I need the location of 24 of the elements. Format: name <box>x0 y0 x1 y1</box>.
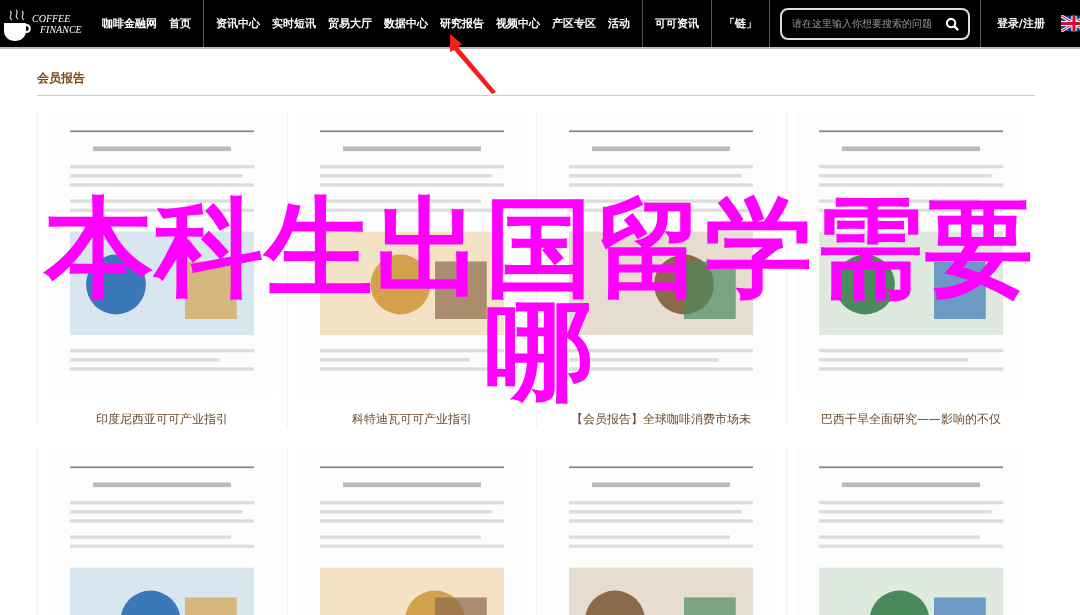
cup-icon <box>2 8 32 43</box>
nav-link[interactable]: 视频中心 <box>489 16 546 31</box>
search-field[interactable]: 请在这里输入你想要搜索的问题 <box>779 7 970 40</box>
flag-icon[interactable] <box>1060 15 1080 32</box>
login-link[interactable]: 登录/注册 <box>990 16 1051 31</box>
logo-text[interactable]: FINANCE <box>32 23 82 35</box>
search-icon[interactable] <box>944 16 960 32</box>
nav-link[interactable]: 实时短讯 <box>265 16 322 31</box>
nav-link[interactable]: 数据中心 <box>377 16 434 31</box>
nav-link[interactable]: 研究报告 <box>433 16 490 31</box>
overlay-headline: 本科生出国留学需要 <box>45 196 1035 300</box>
arrow-drawing <box>448 32 498 94</box>
nav-link[interactable]: 可可资讯 <box>648 16 705 31</box>
nav-link[interactable]: 资讯中心 <box>209 16 266 31</box>
nav-link[interactable]: 活动 <box>601 16 636 31</box>
logo-text[interactable]: COFFEE <box>32 12 82 24</box>
nav-link[interactable]: 贸易大厅 <box>321 16 378 31</box>
nav-link[interactable]: 咖啡金融网 <box>95 16 163 31</box>
nav-link[interactable]: 「链」 <box>717 16 763 31</box>
report-title[interactable]: 印度尼西亚可可产业指引 <box>96 397 229 428</box>
nav-link[interactable]: 首页 <box>162 16 197 31</box>
nav-link[interactable]: 产区专区 <box>545 16 602 31</box>
report-title[interactable]: 巴西干旱全面研究——影响的不仅 <box>820 397 1001 428</box>
report-title[interactable]: 科特迪瓦可可产业指引 <box>351 397 472 428</box>
